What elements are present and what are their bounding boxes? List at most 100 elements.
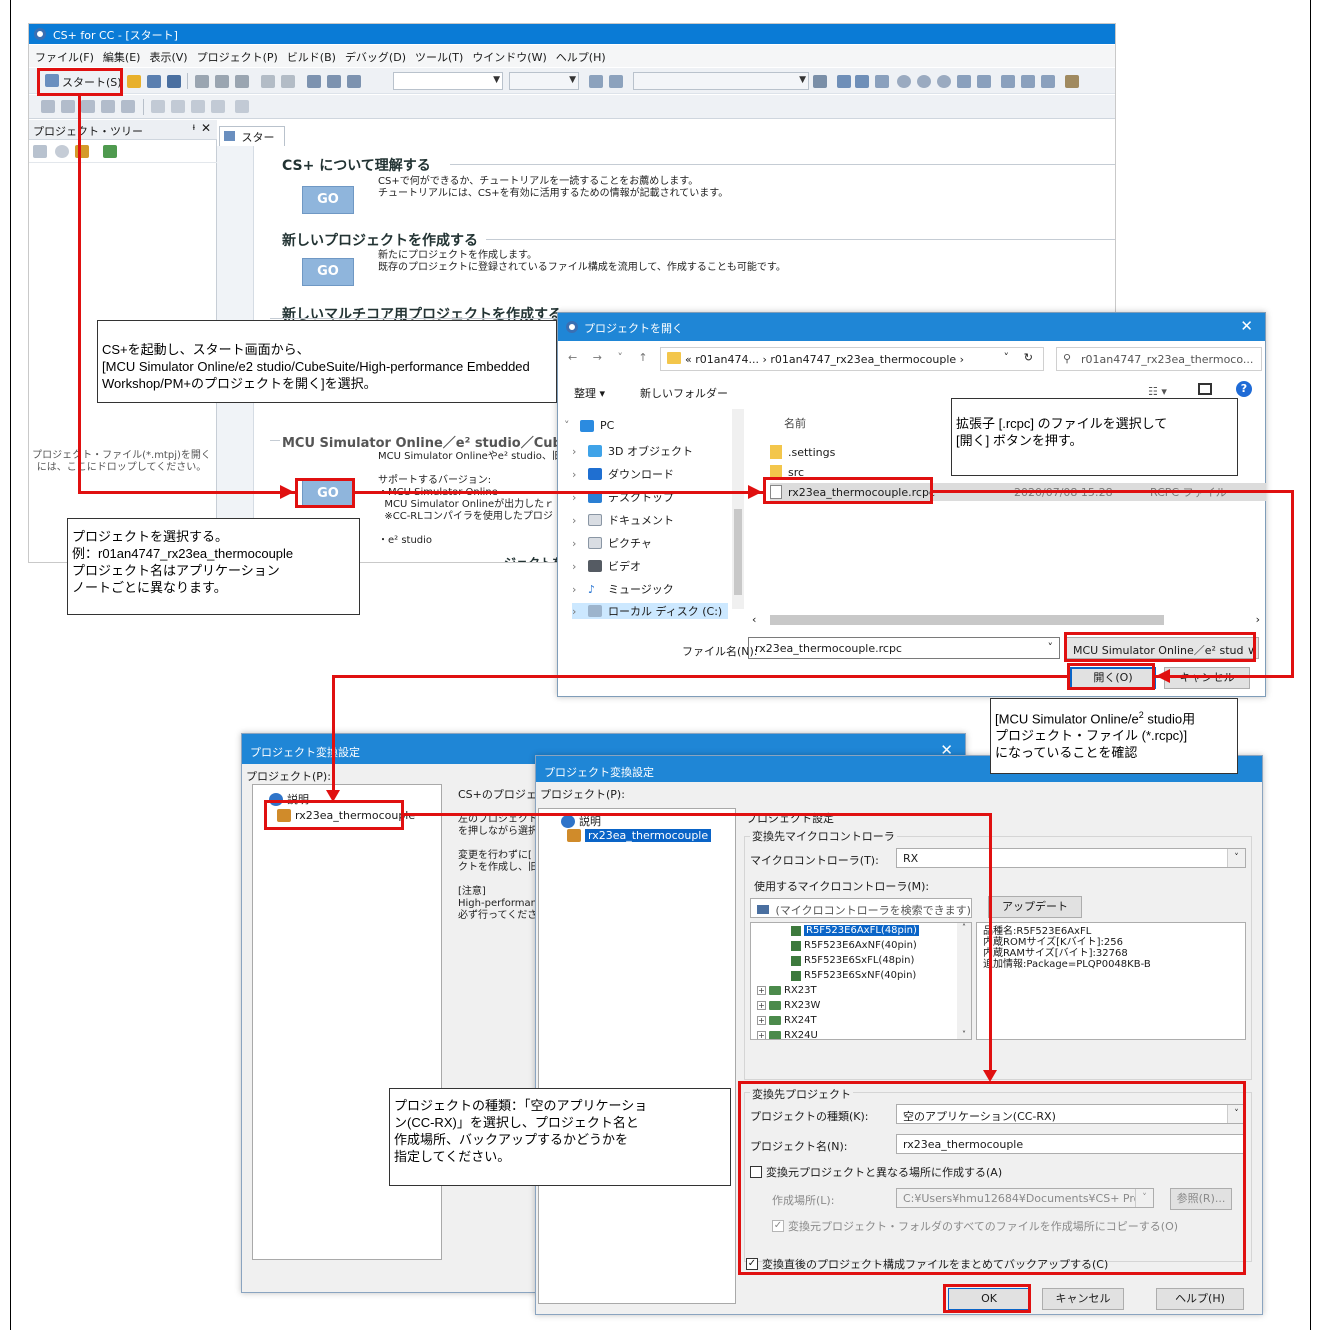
menu-file[interactable]: ファイル(F) [35,49,94,67]
close-icon[interactable]: ✕ [201,121,211,135]
step-out-icon[interactable] [977,75,991,88]
scroll-thumb[interactable] [734,509,742,595]
nav-arrows-icon[interactable]: ← → ˅ ↑ [568,351,654,364]
property-icon[interactable] [55,145,69,158]
open-project-icon[interactable] [127,75,141,88]
mcu-item-selected[interactable]: R5F523E6AxFL(48pin) [791,925,919,936]
filename-input[interactable]: rx23ea_thermocouple.rcpc ˅ [748,637,1060,659]
menu-tool[interactable]: ツール(T) [415,49,463,67]
save-all-icon[interactable] [167,75,181,88]
expand-icon[interactable]: + [757,1001,766,1010]
mcu-list[interactable]: R5F523E6AxFL(48pin) R5F523E6AxNF(40pin) … [750,922,972,1040]
address-bar[interactable]: « r01an474... › r01an4747_rx23ea_thermoc… [660,347,1044,371]
cut-icon[interactable] [195,75,209,88]
nav-downloads[interactable]: › ダウンロード [572,466,674,482]
mcu-group[interactable]: + RX23T [757,985,817,996]
connect-icon[interactable] [1001,75,1015,88]
mcu-group[interactable]: + RX24T [757,1015,817,1026]
chevron-up-icon[interactable]: ˄ [957,923,971,932]
scroll-left-icon[interactable]: ‹ [752,613,756,626]
mcu-item[interactable]: R5F523E6SxFL(48pin) [791,955,914,966]
scroll-thumb[interactable] [770,615,1164,625]
cancel-button[interactable]: キャンセル [1042,1288,1124,1310]
debug-settings-icon[interactable] [813,75,827,88]
window-3-icon[interactable] [191,100,205,113]
refresh-icon[interactable] [103,145,117,158]
bookmark-list-icon[interactable] [121,100,135,113]
search-input[interactable]: ⚲ r01an4747_rx23ea_thermoco... [1056,347,1262,371]
disconnect-icon[interactable] [1021,75,1035,88]
view-options-icon[interactable]: ☷ ▾ [1148,385,1167,398]
menu-build[interactable]: ビルド(B) [287,49,336,67]
window-2-icon[interactable] [171,100,185,113]
column-header-name[interactable]: 名前 [784,415,806,431]
go-button-new-project[interactable]: GO [302,258,354,286]
plugin-icon[interactable] [1065,75,1079,88]
menu-help[interactable]: ヘルプ(H) [556,49,606,67]
chevron-down-icon[interactable]: ˅ [1048,641,1054,654]
go-button-about[interactable]: GO [302,186,354,214]
mcu-select[interactable]: RX ˅ [896,848,1246,868]
redo-icon[interactable] [281,75,295,88]
step-over-icon[interactable] [957,75,971,88]
nav-documents[interactable]: › ドキュメント [572,512,674,528]
nav-pictures[interactable]: › ピクチャ [572,535,652,551]
update-button[interactable]: アップデート(U)... [988,896,1082,933]
mcu-group[interactable]: + RX23W [757,1000,820,1011]
nav-scrollbar[interactable] [732,409,744,609]
expand-icon[interactable]: + [757,1016,766,1025]
find-in-files-icon[interactable] [347,75,361,88]
build-icon[interactable] [589,75,603,88]
menu-window[interactable]: ウインドウ(W) [472,49,546,67]
nav-pc[interactable]: ˅ PC [564,419,614,432]
menu-view[interactable]: 表示(V) [149,49,187,67]
download-icon[interactable] [837,75,851,88]
find-icon[interactable] [307,75,321,88]
pin-icon[interactable]: ᵼ [193,122,195,133]
bookmark-prev-icon[interactable] [41,100,55,113]
build-download-icon[interactable] [855,75,869,88]
close-icon[interactable]: ✕ [1240,317,1253,335]
run-icon[interactable] [917,75,931,88]
tree-item-project[interactable]: rx23ea_thermocouple [567,829,712,842]
bookmark-clear-icon[interactable] [101,100,115,113]
expand-icon[interactable]: + [757,986,766,995]
organize-button[interactable]: 整理 ▾ [574,385,605,401]
menu-edit[interactable]: 編集(E) [103,49,141,67]
paste-icon[interactable] [235,75,249,88]
undo-icon[interactable] [261,75,275,88]
file-list-hscrollbar[interactable]: ‹ › [748,613,1264,627]
save-icon[interactable] [147,75,161,88]
window-5-icon[interactable] [235,100,249,113]
mcu-group[interactable]: + RX24U [757,1030,818,1039]
copy-icon[interactable] [215,75,229,88]
mcu-item[interactable]: R5F523E6SxNF(40pin) [791,970,916,981]
window-1-icon[interactable] [151,100,165,113]
nav-videos[interactable]: › ビデオ [572,558,641,574]
nav-music[interactable]: › ♪ ミュージック [572,581,674,597]
help-icon[interactable]: ? [1236,381,1252,397]
sort-icon[interactable] [33,145,47,158]
scroll-right-icon[interactable]: › [1256,613,1260,626]
mcu-item[interactable]: R5F523E6AxNF(40pin) [791,940,917,951]
help-button[interactable]: ヘルプ(H) [1156,1288,1244,1310]
chevron-down-icon[interactable]: ˅ [1004,351,1010,364]
chevron-down-icon[interactable]: ˅ [957,1030,971,1039]
new-folder-button[interactable]: 新しいフォルダー [640,385,728,401]
nav-local-disk[interactable]: › ローカル ディスク (C:) [572,603,728,619]
find-replace-icon[interactable] [327,75,341,88]
window-4-icon[interactable] [211,100,225,113]
debug-tool-combo[interactable]: ▼ [633,72,809,90]
tab-start[interactable]: スタート [219,126,285,160]
menu-debug[interactable]: デバッグ(D) [345,49,406,67]
mcu-list-scrollbar[interactable]: ˄ ˅ [957,923,971,1039]
nav-3d-objects[interactable]: › 3D オブジェクト [572,443,693,459]
preview-pane-icon[interactable] [1198,383,1212,395]
refresh-icon[interactable]: ↻ [1024,351,1033,364]
expand-icon[interactable]: + [757,1031,766,1039]
stop-icon[interactable] [897,75,911,88]
tool-icon[interactable] [1041,75,1055,88]
bookmark-next-icon[interactable] [61,100,75,113]
rebuild-icon[interactable] [609,75,623,88]
bookmark-toggle-icon[interactable] [81,100,95,113]
